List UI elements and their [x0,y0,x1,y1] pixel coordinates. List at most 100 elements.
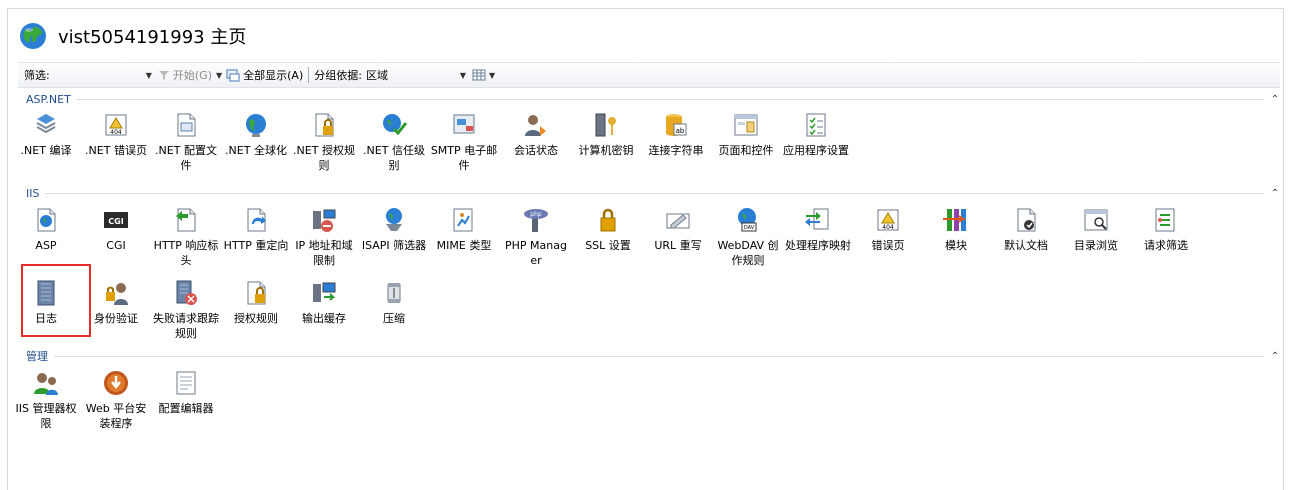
modules-icon [941,205,971,235]
feature-item-0-9[interactable]: ab 连接字符串 [642,110,710,158]
feature-item-1-20[interactable]: 授权规则 [222,278,290,326]
feature-item-1-12[interactable]: 404 错误页 [854,205,922,253]
feature-item-0-1[interactable]: 404 .NET 错误页 [82,110,150,158]
feature-label: 错误页 [871,239,905,252]
feature-item-1-14[interactable]: 默认文档 [992,205,1060,253]
feature-item-1-16[interactable]: 请求筛选 [1132,205,1200,253]
feature-item-0-10[interactable]: 页面和控件 [712,110,780,158]
section-divider [54,355,1264,357]
filter-dropdown-icon[interactable]: ▼ [146,71,152,80]
collapse-icon[interactable]: ⌃ [1268,94,1282,105]
feature-label: 会话状态 [514,144,558,157]
feature-item-0-5[interactable]: .NET 信任级别 [360,110,428,173]
feature-item-1-9[interactable]: URL 重写 [644,205,712,253]
feature-item-1-13[interactable]: 模块 [922,205,990,253]
database-icon: ab [661,110,691,140]
feature-item-1-4[interactable]: IP 地址和域限制 [290,205,358,268]
svg-text:CGI: CGI [108,217,123,226]
feature-label: .NET 授权规则 [293,144,355,172]
feature-item-1-10[interactable]: DAV WebDAV 创作规则 [714,205,782,268]
http-header-icon [171,205,201,235]
page-title: vist5054191993 主页 [58,27,247,48]
feature-item-1-5[interactable]: ISAPI 筛选器 [360,205,428,253]
feature-item-2-0[interactable]: IIS 管理器权限 [12,368,80,431]
feature-item-1-6[interactable]: MIME 类型 [430,205,498,253]
svg-text:404: 404 [110,129,122,136]
collapse-icon[interactable]: ⌃ [1268,188,1282,199]
collapse-icon[interactable]: ⌃ [1268,351,1282,362]
feature-item-1-22[interactable]: 压缩 [360,278,428,326]
feature-item-1-2[interactable]: HTTP 响应标头 [152,205,220,268]
default-doc-icon [1011,205,1041,235]
start-button[interactable]: 开始(G) [158,67,212,83]
isapi-icon [379,205,409,235]
feature-item-0-6[interactable]: SMTP 电子邮件 [430,110,498,173]
feature-label: ASP [35,239,57,252]
section-title: ASP.NET [26,92,77,106]
feature-label: SMTP 电子邮件 [430,144,498,172]
feature-label: .NET 全球化 [225,144,287,157]
feature-label: 输出缓存 [302,312,346,325]
toolbar-separator [308,67,310,83]
feature-item-0-11[interactable]: 应用程序设置 [782,110,850,158]
error-page-icon: 404 [101,110,131,140]
group-by-value: 区域 [365,69,388,82]
feature-item-0-4[interactable]: .NET 授权规则 [290,110,358,173]
feature-item-1-18[interactable]: 身份验证 [82,278,150,326]
section-iis: IIS ⌃ [26,186,1282,200]
feature-item-0-2[interactable]: .NET 配置文件 [152,110,220,173]
feature-item-1-21[interactable]: 输出缓存 [290,278,358,326]
start-button-label: 开始(G) [172,69,212,82]
feature-item-1-8[interactable]: SSL 设置 [574,205,642,253]
feature-item-1-15[interactable]: 目录浏览 [1062,205,1130,253]
feature-item-1-11[interactable]: 处理程序映射 [784,205,852,253]
show-all-label: 全部显示(A) [243,69,304,82]
feature-label: 页面和控件 [718,144,774,157]
view-button[interactable]: ▼ [472,69,495,81]
feature-label: 计算机密钥 [578,144,634,157]
feature-item-0-0[interactable]: .NET 编译 [12,110,80,158]
feature-label: IIS 管理器权限 [15,402,77,430]
feature-label: 压缩 [383,312,405,325]
group-by-select[interactable]: 区域 ▼ [366,67,466,83]
handler-icon [803,205,833,235]
feature-label: 目录浏览 [1074,239,1118,252]
feature-label: 应用程序设置 [783,144,849,157]
feature-item-2-2[interactable]: 配置编辑器 [152,368,220,416]
feature-item-0-3[interactable]: .NET 全球化 [222,110,290,158]
feature-label: HTTP 重定向 [223,239,289,252]
view-dropdown-icon: ▼ [488,70,496,80]
webdav-icon: DAV [733,205,763,235]
show-all-icon [226,69,240,81]
feature-label: IP 地址和域限制 [295,239,353,267]
feature-item-1-0[interactable]: ASP [12,205,80,253]
redirect-icon [241,205,271,235]
section-header[interactable]: 管理 ⌃ [26,348,1282,364]
selection-highlight [21,264,91,337]
feature-item-0-7[interactable]: 会话状态 [502,110,570,158]
feature-item-1-7[interactable]: php PHP Manager [502,205,570,268]
filter-input[interactable] [50,67,146,83]
feature-label: .NET 配置文件 [155,144,217,172]
section-header[interactable]: IIS ⌃ [26,186,1282,200]
feature-item-1-19[interactable]: 失败请求跟踪规则 [152,278,220,341]
feature-label: CGI [106,239,126,252]
profile-icon [171,110,201,140]
config-editor-icon [171,368,201,398]
page-icon [731,110,761,140]
feature-item-0-8[interactable]: 计算机密钥 [572,110,640,158]
feature-item-1-3[interactable]: HTTP 重定向 [222,205,290,253]
url-rewrite-icon [663,205,693,235]
feature-label: 身份验证 [94,312,138,325]
section-header[interactable]: ASP.NET ⌃ [26,92,1282,106]
view-grid-icon [472,69,486,81]
start-dropdown-icon[interactable]: ▼ [216,71,222,80]
feature-item-2-1[interactable]: Web 平台安装程序 [82,368,150,431]
svg-text:ab: ab [676,127,685,135]
show-all-button[interactable]: 全部显示(A) [226,67,303,83]
feature-item-1-1[interactable]: CGI CGI [82,205,150,253]
section-divider [45,192,1264,194]
failed-trace-icon [171,278,201,308]
feature-label: URL 重写 [654,239,702,252]
section-aspnet: ASP.NET ⌃ [26,92,1282,106]
